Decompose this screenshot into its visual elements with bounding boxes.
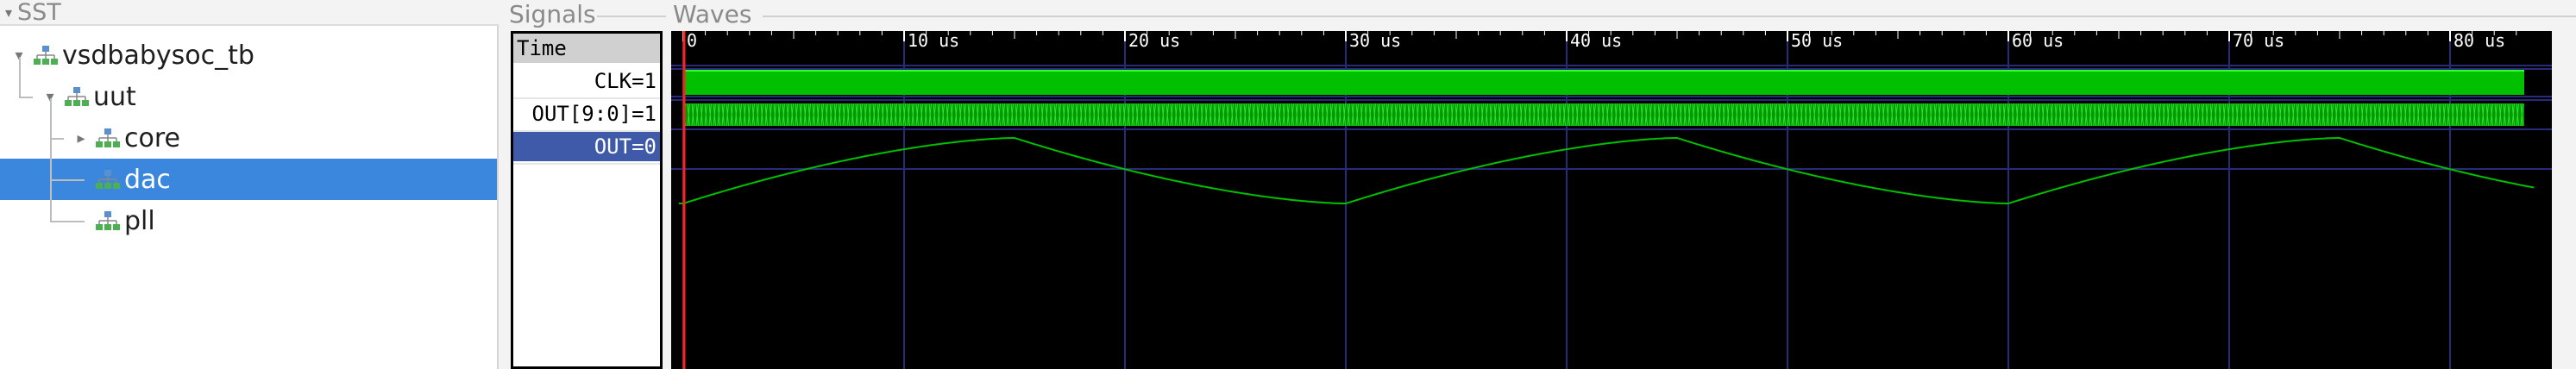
tree-connector — [19, 97, 33, 98]
module-icon — [33, 44, 59, 66]
signal-name: OUT[9:0] — [531, 102, 632, 126]
signal-equals: = — [631, 102, 644, 126]
clk-waveform — [683, 71, 2524, 95]
waves-title: Waves — [673, 0, 752, 28]
tick-label: 50 us — [1791, 31, 1843, 51]
tree-item-label: dac — [124, 164, 171, 195]
collapsed-arrow-icon[interactable]: ▸ — [71, 129, 91, 147]
tree-connector — [50, 140, 52, 179]
tree-connector — [50, 181, 52, 221]
signal-row-out90[interactable]: OUT[9:0]=1 — [513, 99, 660, 128]
tick-label: 30 us — [1349, 31, 1401, 51]
tree-connector — [50, 179, 85, 181]
signal-list[interactable]: Time CLK=1 OUT[9:0]=1 OUT=0 — [511, 31, 663, 369]
tree-item-label: uut — [93, 81, 136, 112]
waveform-canvas[interactable]: 0 10 us 20 us 30 us 40 us 50 us 60 us 70 us 80 u… — [671, 31, 2552, 369]
collapse-triangle-icon[interactable]: ▾ — [0, 0, 17, 25]
tree-item-dac[interactable]: dac — [0, 140, 497, 200]
tree-item-core[interactable]: ▸ core — [0, 98, 497, 159]
time-header: Time — [513, 34, 660, 63]
sst-pane: ▾ SST ▾ vsdbabysoc_tb ▾ uut ▸ core dac pll — [0, 0, 499, 369]
divider — [763, 16, 2576, 17]
signal-value: 1 — [644, 69, 657, 93]
tree-connector — [50, 138, 64, 140]
tree-item-label: pll — [124, 205, 155, 236]
tree-item-label: vsdbabysoc_tb — [62, 40, 254, 71]
row-separator — [513, 163, 660, 165]
tick-label: 70 us — [2233, 31, 2284, 51]
signal-value: 0 — [644, 134, 657, 159]
module-icon — [64, 85, 90, 108]
sst-title: SST — [17, 0, 61, 26]
tree-connector — [19, 57, 21, 97]
tick-label: 80 us — [2453, 31, 2505, 51]
tick-label: 60 us — [2012, 31, 2064, 51]
tick-label: 10 us — [908, 31, 959, 51]
signal-row-out[interactable]: OUT=0 — [513, 132, 660, 161]
tree-item-uut[interactable]: ▾ uut — [0, 57, 497, 117]
signal-equals: = — [631, 69, 644, 93]
module-icon — [95, 210, 121, 232]
module-icon — [95, 168, 121, 191]
signal-name: CLK — [594, 69, 632, 93]
tree-connector — [50, 221, 85, 222]
waves-pane: Waves 0 10 us 20 us 30 us 40 us 50 us 60 us 70 … — [668, 0, 2576, 369]
tick-label: 0 — [687, 31, 697, 51]
divider — [597, 16, 666, 17]
tree-item-vsdbabysoc_tb[interactable]: ▾ vsdbabysoc_tb — [0, 34, 497, 76]
signal-name: OUT — [594, 134, 632, 159]
tree-connector — [50, 98, 52, 138]
signal-row-clk[interactable]: CLK=1 — [513, 66, 660, 96]
signals-title: Signals — [509, 0, 596, 28]
tree-item-pll[interactable]: pll — [0, 181, 497, 241]
signal-value: 1 — [644, 102, 657, 126]
signals-pane: Signals Time CLK=1 OUT[9:0]=1 OUT=0 — [502, 0, 666, 369]
signal-equals: = — [631, 134, 644, 159]
module-icon — [95, 127, 121, 149]
tick-label: 40 us — [1570, 31, 1622, 51]
sst-header[interactable]: ▾ SST — [0, 0, 499, 26]
tree-item-label: core — [124, 122, 180, 153]
tick-label: 20 us — [1128, 31, 1180, 51]
